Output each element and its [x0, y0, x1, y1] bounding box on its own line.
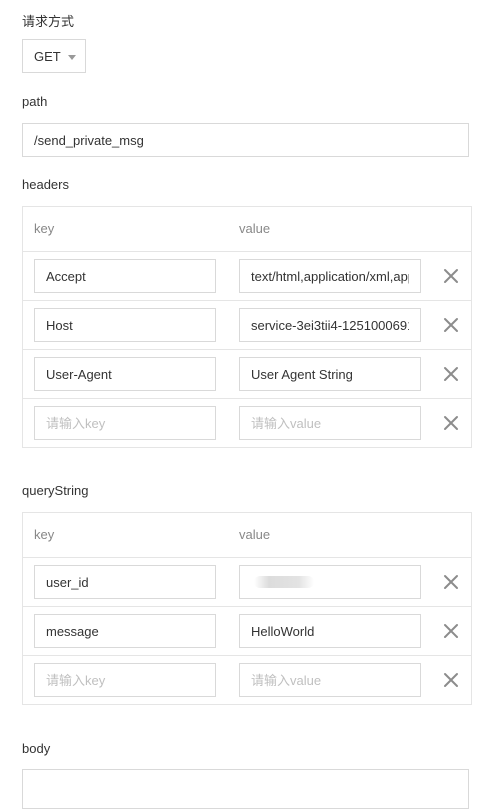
delete-row-button[interactable] [441, 266, 461, 286]
table-row [23, 350, 471, 399]
method-label: 请求方式 [22, 14, 75, 29]
query-key-input[interactable] [34, 565, 216, 599]
body-editor[interactable] [22, 769, 469, 809]
delete-row-button[interactable] [441, 621, 461, 641]
header-key-input[interactable] [34, 406, 216, 440]
delete-row-button[interactable] [441, 670, 461, 690]
close-icon [444, 575, 458, 589]
table-row [23, 252, 471, 301]
query-value-input[interactable] [239, 614, 421, 648]
delete-row-button[interactable] [441, 413, 461, 433]
query-col-value: value [239, 527, 271, 542]
header-value-input[interactable] [239, 406, 421, 440]
path-label: path [22, 94, 48, 109]
caret-down-icon [67, 54, 76, 60]
header-key-input[interactable] [34, 357, 216, 391]
close-icon [444, 673, 458, 687]
query-table-header: key value [23, 513, 471, 558]
headers-table: key value [22, 206, 472, 448]
query-key-input[interactable] [34, 614, 216, 648]
method-value: GET [34, 48, 61, 64]
path-input[interactable] [22, 123, 469, 157]
query-key-input[interactable] [34, 663, 216, 697]
close-icon [444, 318, 458, 332]
headers-col-key: key [34, 221, 55, 236]
close-icon [444, 416, 458, 430]
table-row [23, 301, 471, 350]
body-label: body [22, 741, 51, 756]
query-col-key: key [34, 527, 55, 542]
close-icon [444, 269, 458, 283]
query-label: queryString [22, 483, 89, 498]
header-key-input[interactable] [34, 259, 216, 293]
delete-row-button[interactable] [441, 315, 461, 335]
header-value-input[interactable] [239, 357, 421, 391]
header-value-input[interactable] [239, 308, 421, 342]
redacted-value [254, 576, 314, 588]
query-value-input[interactable] [239, 663, 421, 697]
headers-table-header: key value [23, 207, 471, 252]
table-row [23, 607, 471, 656]
table-row [23, 656, 471, 704]
delete-row-button[interactable] [441, 364, 461, 384]
table-row [23, 558, 471, 607]
close-icon [444, 624, 458, 638]
header-value-input[interactable] [239, 259, 421, 293]
delete-row-button[interactable] [441, 572, 461, 592]
method-select[interactable]: GET [22, 39, 86, 73]
header-key-input[interactable] [34, 308, 216, 342]
headers-label: headers [22, 177, 69, 192]
headers-col-value: value [239, 221, 271, 236]
table-row [23, 399, 471, 447]
close-icon [444, 367, 458, 381]
query-table: key value [22, 512, 472, 705]
